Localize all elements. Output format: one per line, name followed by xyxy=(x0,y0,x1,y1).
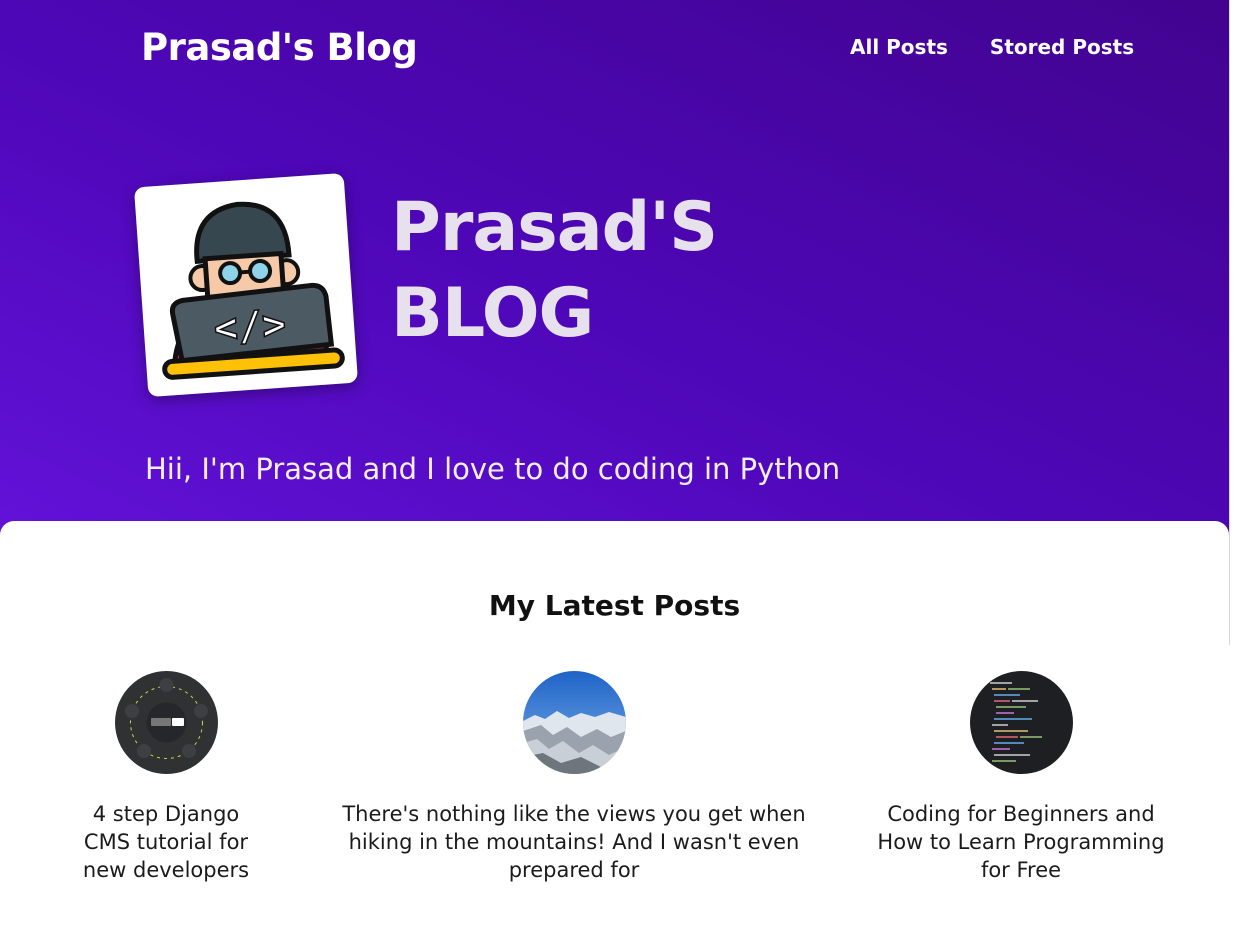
section-title: My Latest Posts xyxy=(488,589,741,622)
hero-title-line1: Prasad'S xyxy=(391,188,718,267)
nav-stored-posts[interactable]: Stored Posts xyxy=(990,35,1134,59)
post-title[interactable]: 4 step Django CMS tutorial for new devel… xyxy=(70,800,262,884)
code-editor-thumbnail[interactable] xyxy=(969,671,1073,774)
main-nav: All Posts Stored Posts xyxy=(850,35,1134,59)
latest-posts-section: My Latest Posts 4 step Django CMS tutori… xyxy=(0,521,1229,925)
hero-section: Prasad's Blog All Posts Stored Posts </> xyxy=(0,0,1230,545)
hero-tagline: Hii, I'm Prasad and I love to do coding … xyxy=(145,452,841,486)
hero-title-line2: BLOG xyxy=(391,274,594,353)
django-cms-thumbnail[interactable] xyxy=(114,671,218,774)
site-title[interactable]: Prasad's Blog xyxy=(141,26,418,69)
hero-title: Prasad'S BLOG xyxy=(391,185,718,357)
mountain-photo-thumbnail[interactable] xyxy=(522,671,626,774)
post-title[interactable]: Coding for Beginners and How to Learn Pr… xyxy=(868,800,1174,884)
avatar: </> xyxy=(133,172,359,398)
page-scroll-edge xyxy=(1229,0,1235,645)
post-card-django-cms[interactable]: 4 step Django CMS tutorial for new devel… xyxy=(70,671,262,884)
post-title[interactable]: There's nothing like the views you get w… xyxy=(326,800,822,884)
developer-avatar-icon: </> xyxy=(162,201,345,380)
svg-text:</>: </> xyxy=(212,301,287,352)
post-card-coding-beginners[interactable]: Coding for Beginners and How to Learn Pr… xyxy=(868,671,1174,884)
nav-all-posts[interactable]: All Posts xyxy=(850,35,948,59)
post-card-mountains[interactable]: There's nothing like the views you get w… xyxy=(326,671,822,884)
